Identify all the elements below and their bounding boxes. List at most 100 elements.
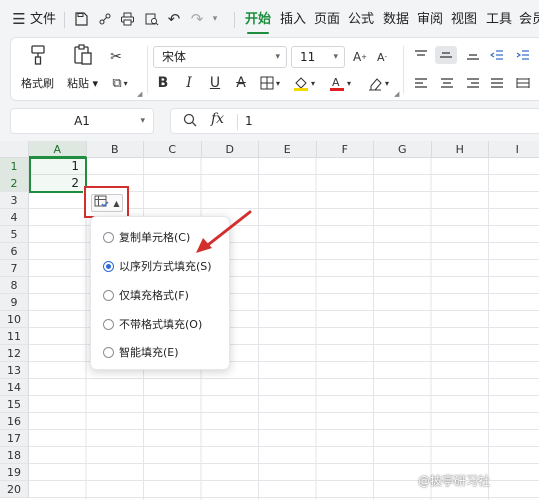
- row-header-16[interactable]: 16: [0, 413, 29, 430]
- copy-icon[interactable]: ⧉ ▾: [105, 74, 135, 92]
- name-box[interactable]: A1 ▾: [10, 108, 154, 134]
- row-header-20[interactable]: 20: [0, 481, 29, 498]
- font-dialog-launcher-icon[interactable]: ◢: [394, 90, 399, 98]
- column-header-c[interactable]: C: [144, 141, 202, 158]
- align-top-icon[interactable]: [411, 46, 431, 64]
- row-header-7[interactable]: 7: [0, 260, 29, 277]
- cell-a1[interactable]: 1: [29, 158, 87, 175]
- row-header-4[interactable]: 4: [0, 209, 29, 226]
- row-header-9[interactable]: 9: [0, 294, 29, 311]
- radio-copy-cells[interactable]: [103, 231, 114, 243]
- row-header-18[interactable]: 18: [0, 447, 29, 464]
- file-menu[interactable]: 文件: [30, 10, 56, 30]
- clear-format-icon[interactable]: ▾: [363, 74, 393, 92]
- row-header-13[interactable]: 13: [0, 362, 29, 379]
- save-icon[interactable]: [72, 9, 90, 29]
- tab-home[interactable]: 开始: [245, 10, 271, 34]
- menu-divider: [64, 12, 65, 28]
- radio-flash-fill[interactable]: [103, 346, 114, 358]
- option-fill-without-formatting[interactable]: 不带格式填充(O): [103, 315, 202, 333]
- clipboard-dialog-launcher-icon[interactable]: ◢: [137, 90, 142, 98]
- tab-page[interactable]: 页面: [314, 10, 340, 30]
- row-header-14[interactable]: 14: [0, 379, 29, 396]
- row-header-10[interactable]: 10: [0, 311, 29, 328]
- print-icon[interactable]: [118, 9, 136, 29]
- row-header-2[interactable]: 2: [0, 175, 29, 192]
- decrease-indent-icon[interactable]: [487, 46, 507, 64]
- option-fill-series[interactable]: 以序列方式填充(S): [103, 257, 212, 275]
- row-header-1[interactable]: 1: [0, 158, 29, 175]
- fill-color-icon[interactable]: ▾: [289, 74, 319, 92]
- increase-indent-icon[interactable]: [513, 46, 533, 64]
- column-header-e[interactable]: E: [259, 141, 317, 158]
- align-center-icon[interactable]: [437, 74, 457, 92]
- tab-insert[interactable]: 插入: [280, 10, 306, 30]
- zoom-icon[interactable]: [183, 113, 197, 131]
- share-icon[interactable]: [96, 9, 114, 29]
- tab-data[interactable]: 数据: [383, 10, 409, 30]
- redo-icon[interactable]: ↷: [188, 9, 206, 29]
- bold-icon[interactable]: B: [155, 74, 171, 92]
- row-header-12[interactable]: 12: [0, 345, 29, 362]
- underline-icon[interactable]: U: [207, 74, 223, 92]
- row-header-8[interactable]: 8: [0, 277, 29, 294]
- align-right-icon[interactable]: [463, 74, 483, 92]
- option-copy-cells[interactable]: 复制单元格(C): [103, 228, 190, 246]
- column-header-i[interactable]: I: [489, 141, 539, 158]
- align-bottom-icon[interactable]: [463, 46, 483, 64]
- strikethrough-icon[interactable]: A: [233, 74, 249, 92]
- align-middle-icon[interactable]: [435, 46, 457, 64]
- tab-tools[interactable]: 工具: [486, 10, 512, 30]
- hamburger-menu-icon[interactable]: ☰: [10, 9, 28, 29]
- increase-font-icon[interactable]: A +: [351, 48, 369, 66]
- row-header-3[interactable]: 3: [0, 192, 29, 209]
- format-painter-button[interactable]: 格式刷: [21, 44, 54, 91]
- radio-fill-without-formatting[interactable]: [103, 318, 114, 330]
- cell-a2[interactable]: 2: [29, 175, 87, 192]
- autofill-options-button[interactable]: ▲: [91, 194, 123, 212]
- font-name-select[interactable]: 宋体 ▾: [153, 46, 287, 68]
- quick-access-dropdown-icon[interactable]: ▾: [206, 9, 224, 29]
- decrease-font-icon[interactable]: A-: [373, 48, 391, 66]
- row-header-11[interactable]: 11: [0, 328, 29, 345]
- italic-icon[interactable]: I: [181, 74, 197, 92]
- column-header-a[interactable]: A: [29, 141, 87, 158]
- justify-icon[interactable]: [487, 74, 507, 92]
- worksheet-grid[interactable]: ABCDEFGHI 1 2 3 4 5 6 7 8 9 10 11 12 13 14 15 16 17 18 19 2…: [0, 141, 539, 500]
- undo-icon[interactable]: ↶: [165, 9, 183, 29]
- option-label: 智能填充(E): [119, 346, 179, 359]
- formula-value[interactable]: 1: [245, 114, 253, 128]
- row-header-5[interactable]: 5: [0, 226, 29, 243]
- row-header-19[interactable]: 19: [0, 464, 29, 481]
- option-label: 以序列方式填充(S): [119, 260, 212, 273]
- cut-icon[interactable]: ✂: [107, 48, 125, 66]
- option-fill-formatting-only[interactable]: 仅填充格式(F): [103, 286, 189, 304]
- row-header-15[interactable]: 15: [0, 396, 29, 413]
- tab-review[interactable]: 审阅: [417, 10, 443, 30]
- column-header-h[interactable]: H: [431, 141, 489, 158]
- font-size-select[interactable]: 11 ▾: [291, 46, 345, 68]
- radio-fill-formatting-only[interactable]: [103, 289, 114, 301]
- function-icon[interactable]: fx: [211, 111, 224, 127]
- select-all-corner[interactable]: [0, 141, 29, 158]
- column-header-d[interactable]: D: [201, 141, 259, 158]
- radio-fill-series[interactable]: [103, 260, 114, 272]
- formula-bar: A1 ▾ fx 1: [10, 108, 539, 134]
- column-header-f[interactable]: F: [316, 141, 374, 158]
- column-header-g[interactable]: G: [374, 141, 432, 158]
- row-header-17[interactable]: 17: [0, 430, 29, 447]
- align-left-icon[interactable]: [411, 74, 431, 92]
- distributed-align-icon[interactable]: [513, 74, 533, 92]
- formula-input[interactable]: fx 1: [170, 108, 539, 134]
- row-header-6[interactable]: 6: [0, 243, 29, 260]
- option-flash-fill[interactable]: 智能填充(E): [103, 343, 179, 361]
- column-header-b[interactable]: B: [86, 141, 144, 158]
- tab-view[interactable]: 视图: [451, 10, 477, 30]
- tab-formula[interactable]: 公式: [348, 10, 374, 30]
- border-icon[interactable]: ▾: [255, 74, 285, 92]
- option-label: 不带格式填充(O): [119, 318, 203, 331]
- tab-member[interactable]: 会员: [519, 10, 539, 30]
- paste-button[interactable]: 粘贴 ▾: [67, 44, 98, 91]
- font-color-icon[interactable]: A ▾: [325, 74, 355, 92]
- print-preview-icon[interactable]: [142, 9, 160, 29]
